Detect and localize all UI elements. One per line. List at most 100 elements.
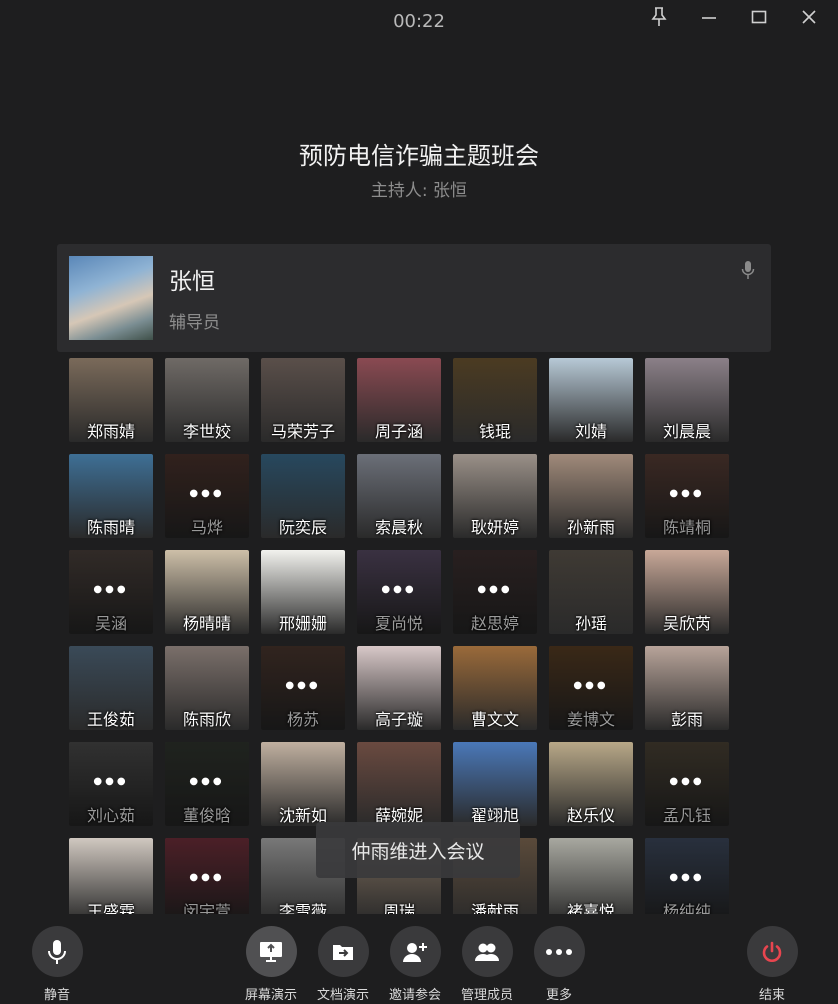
participant-name: 彭雨 bbox=[670, 710, 703, 729]
participant-tile[interactable]: ●●● 夏尚悦 bbox=[357, 550, 441, 634]
participant-tile[interactable]: ●●● 杨苏 bbox=[261, 646, 345, 730]
participant-name: 刘心茹 bbox=[86, 806, 135, 825]
participant-tile[interactable]: ●●● 孟凡钰 bbox=[645, 742, 729, 826]
loading-dots-icon: ●●● bbox=[93, 584, 129, 595]
loading-dots-icon: ●●● bbox=[93, 776, 129, 787]
participant-tile[interactable]: 阮奕辰 bbox=[261, 454, 345, 538]
participant-tile[interactable]: 邢姗姗 bbox=[261, 550, 345, 634]
participant-tile[interactable]: 索晨秋 bbox=[357, 454, 441, 538]
doc-share-label: 文档演示 bbox=[316, 988, 369, 1003]
participant-name: 闵宇萱 bbox=[182, 902, 231, 914]
bottom-toolbar: 静音 屏幕演示 文档演示 邀请参会 管理成员 更多 结束 bbox=[0, 914, 838, 1004]
doc-share-button[interactable]: 文档演示 bbox=[308, 926, 378, 1003]
participant-tile[interactable]: ●●● 闵宇萱 bbox=[165, 838, 249, 914]
loading-dots-icon: ●●● bbox=[189, 776, 225, 787]
more-button[interactable]: 更多 bbox=[524, 926, 594, 1003]
loading-dots-icon: ●●● bbox=[669, 776, 705, 787]
participant-name: 周瑞 bbox=[382, 902, 415, 914]
participant-name: 赵思婷 bbox=[470, 614, 519, 633]
mute-label: 静音 bbox=[43, 988, 70, 1003]
screen-share-label: 屏幕演示 bbox=[244, 988, 297, 1003]
loading-dots-icon: ●●● bbox=[573, 680, 609, 691]
loading-dots-icon: ●●● bbox=[189, 488, 225, 499]
loading-dots-icon: ●●● bbox=[381, 584, 417, 595]
participant-name: 郑雨婧 bbox=[86, 422, 135, 441]
participant-tile[interactable]: 钱琨 bbox=[453, 358, 537, 442]
participant-tile[interactable]: 杨晴晴 bbox=[165, 550, 249, 634]
participant-name: 吴涵 bbox=[94, 614, 127, 633]
participant-tile[interactable]: 陈雨晴 bbox=[69, 454, 153, 538]
participant-tile[interactable]: 李世姣 bbox=[165, 358, 249, 442]
participant-tile[interactable]: ●●● 吴涵 bbox=[69, 550, 153, 634]
participant-tile[interactable]: 刘婧 bbox=[549, 358, 633, 442]
participant-name: 邢姗姗 bbox=[278, 614, 327, 633]
participant-tile[interactable]: ●●● 董俊晗 bbox=[165, 742, 249, 826]
power-icon bbox=[746, 926, 798, 977]
invite-user-icon bbox=[389, 926, 441, 977]
participant-name: 王盛霖 bbox=[86, 902, 135, 914]
participant-tile[interactable]: 陈雨欣 bbox=[165, 646, 249, 730]
participant-name: 褚嘉悦 bbox=[566, 902, 615, 914]
loading-dots-icon: ●●● bbox=[669, 872, 705, 883]
participant-name: 夏尚悦 bbox=[374, 614, 423, 633]
screen-share-button[interactable]: 屏幕演示 bbox=[236, 926, 306, 1003]
participant-tile[interactable]: 周子涵 bbox=[357, 358, 441, 442]
participant-name: 李世姣 bbox=[182, 422, 231, 441]
more-icon bbox=[533, 926, 585, 977]
participant-tile[interactable]: 马荣芳子 bbox=[261, 358, 345, 442]
folder-share-icon bbox=[317, 926, 369, 977]
participant-name: 陈雨晴 bbox=[86, 518, 135, 537]
participant-tile[interactable]: 王盛霖 bbox=[69, 838, 153, 914]
participant-tile[interactable]: 曹文文 bbox=[453, 646, 537, 730]
participant-name: 索晨秋 bbox=[374, 518, 423, 537]
participant-tile[interactable]: 耿妍婷 bbox=[453, 454, 537, 538]
participant-name: 姜博文 bbox=[566, 710, 615, 729]
participant-tile[interactable]: ●●● 杨纯纯 bbox=[645, 838, 729, 914]
participant-tile[interactable]: ●●● 陈靖桐 bbox=[645, 454, 729, 538]
participant-tile[interactable]: ●●● 刘心茹 bbox=[69, 742, 153, 826]
host-card[interactable]: 张恒 辅导员 bbox=[57, 244, 771, 352]
participant-name: 周子涵 bbox=[374, 422, 423, 441]
host-role: 辅导员 bbox=[169, 313, 220, 333]
participant-tile[interactable]: 翟翊旭 bbox=[453, 742, 537, 826]
participant-name: 潘献雨 bbox=[470, 902, 519, 914]
host-name: 张恒 bbox=[169, 269, 215, 295]
participant-tile[interactable]: 孙新雨 bbox=[549, 454, 633, 538]
participant-tile[interactable]: ●●● 姜博文 bbox=[549, 646, 633, 730]
participant-name: 吴欣芮 bbox=[662, 614, 711, 633]
participant-tile[interactable]: 赵乐仪 bbox=[549, 742, 633, 826]
participant-tile[interactable]: 高子璇 bbox=[357, 646, 441, 730]
participant-tile[interactable]: 孙瑶 bbox=[549, 550, 633, 634]
participant-tile[interactable]: 褚嘉悦 bbox=[549, 838, 633, 914]
participant-tile[interactable]: 沈新如 bbox=[261, 742, 345, 826]
participant-name: 赵乐仪 bbox=[566, 806, 615, 825]
end-meeting-button[interactable]: 结束 bbox=[737, 926, 807, 1003]
participant-name: 陈雨欣 bbox=[182, 710, 231, 729]
mute-button[interactable]: 静音 bbox=[22, 926, 92, 1003]
participant-tile[interactable]: 吴欣芮 bbox=[645, 550, 729, 634]
participant-tile[interactable]: 薛婉妮 bbox=[357, 742, 441, 826]
participant-tile[interactable]: 刘晨晨 bbox=[645, 358, 729, 442]
participant-tile[interactable]: 郑雨婧 bbox=[69, 358, 153, 442]
loading-dots-icon: ●●● bbox=[669, 488, 705, 499]
participant-tile[interactable]: 彭雨 bbox=[645, 646, 729, 730]
manage-members-button[interactable]: 管理成员 bbox=[452, 926, 522, 1003]
participant-name: 杨晴晴 bbox=[182, 614, 231, 633]
more-label: 更多 bbox=[545, 988, 572, 1003]
screen-share-icon bbox=[245, 926, 297, 977]
participant-name: 李雪薇 bbox=[278, 902, 327, 914]
manage-members-label: 管理成员 bbox=[460, 988, 513, 1003]
participant-name: 孙新雨 bbox=[566, 518, 615, 537]
loading-dots-icon: ●●● bbox=[477, 584, 513, 595]
invite-button[interactable]: 邀请参会 bbox=[380, 926, 450, 1003]
join-notification: 仲雨维进入会议 bbox=[316, 822, 520, 878]
participant-name: 马荣芳子 bbox=[270, 422, 335, 441]
participant-name: 曹文文 bbox=[470, 710, 519, 729]
participant-tile[interactable]: ●●● 马烨 bbox=[165, 454, 249, 538]
mic-icon bbox=[741, 260, 755, 284]
participant-tile[interactable]: ●●● 赵思婷 bbox=[453, 550, 537, 634]
loading-dots-icon: ●●● bbox=[285, 680, 321, 691]
participant-tile[interactable]: 王俊茹 bbox=[69, 646, 153, 730]
host-avatar bbox=[69, 256, 153, 340]
participant-name: 阮奕辰 bbox=[278, 518, 327, 537]
